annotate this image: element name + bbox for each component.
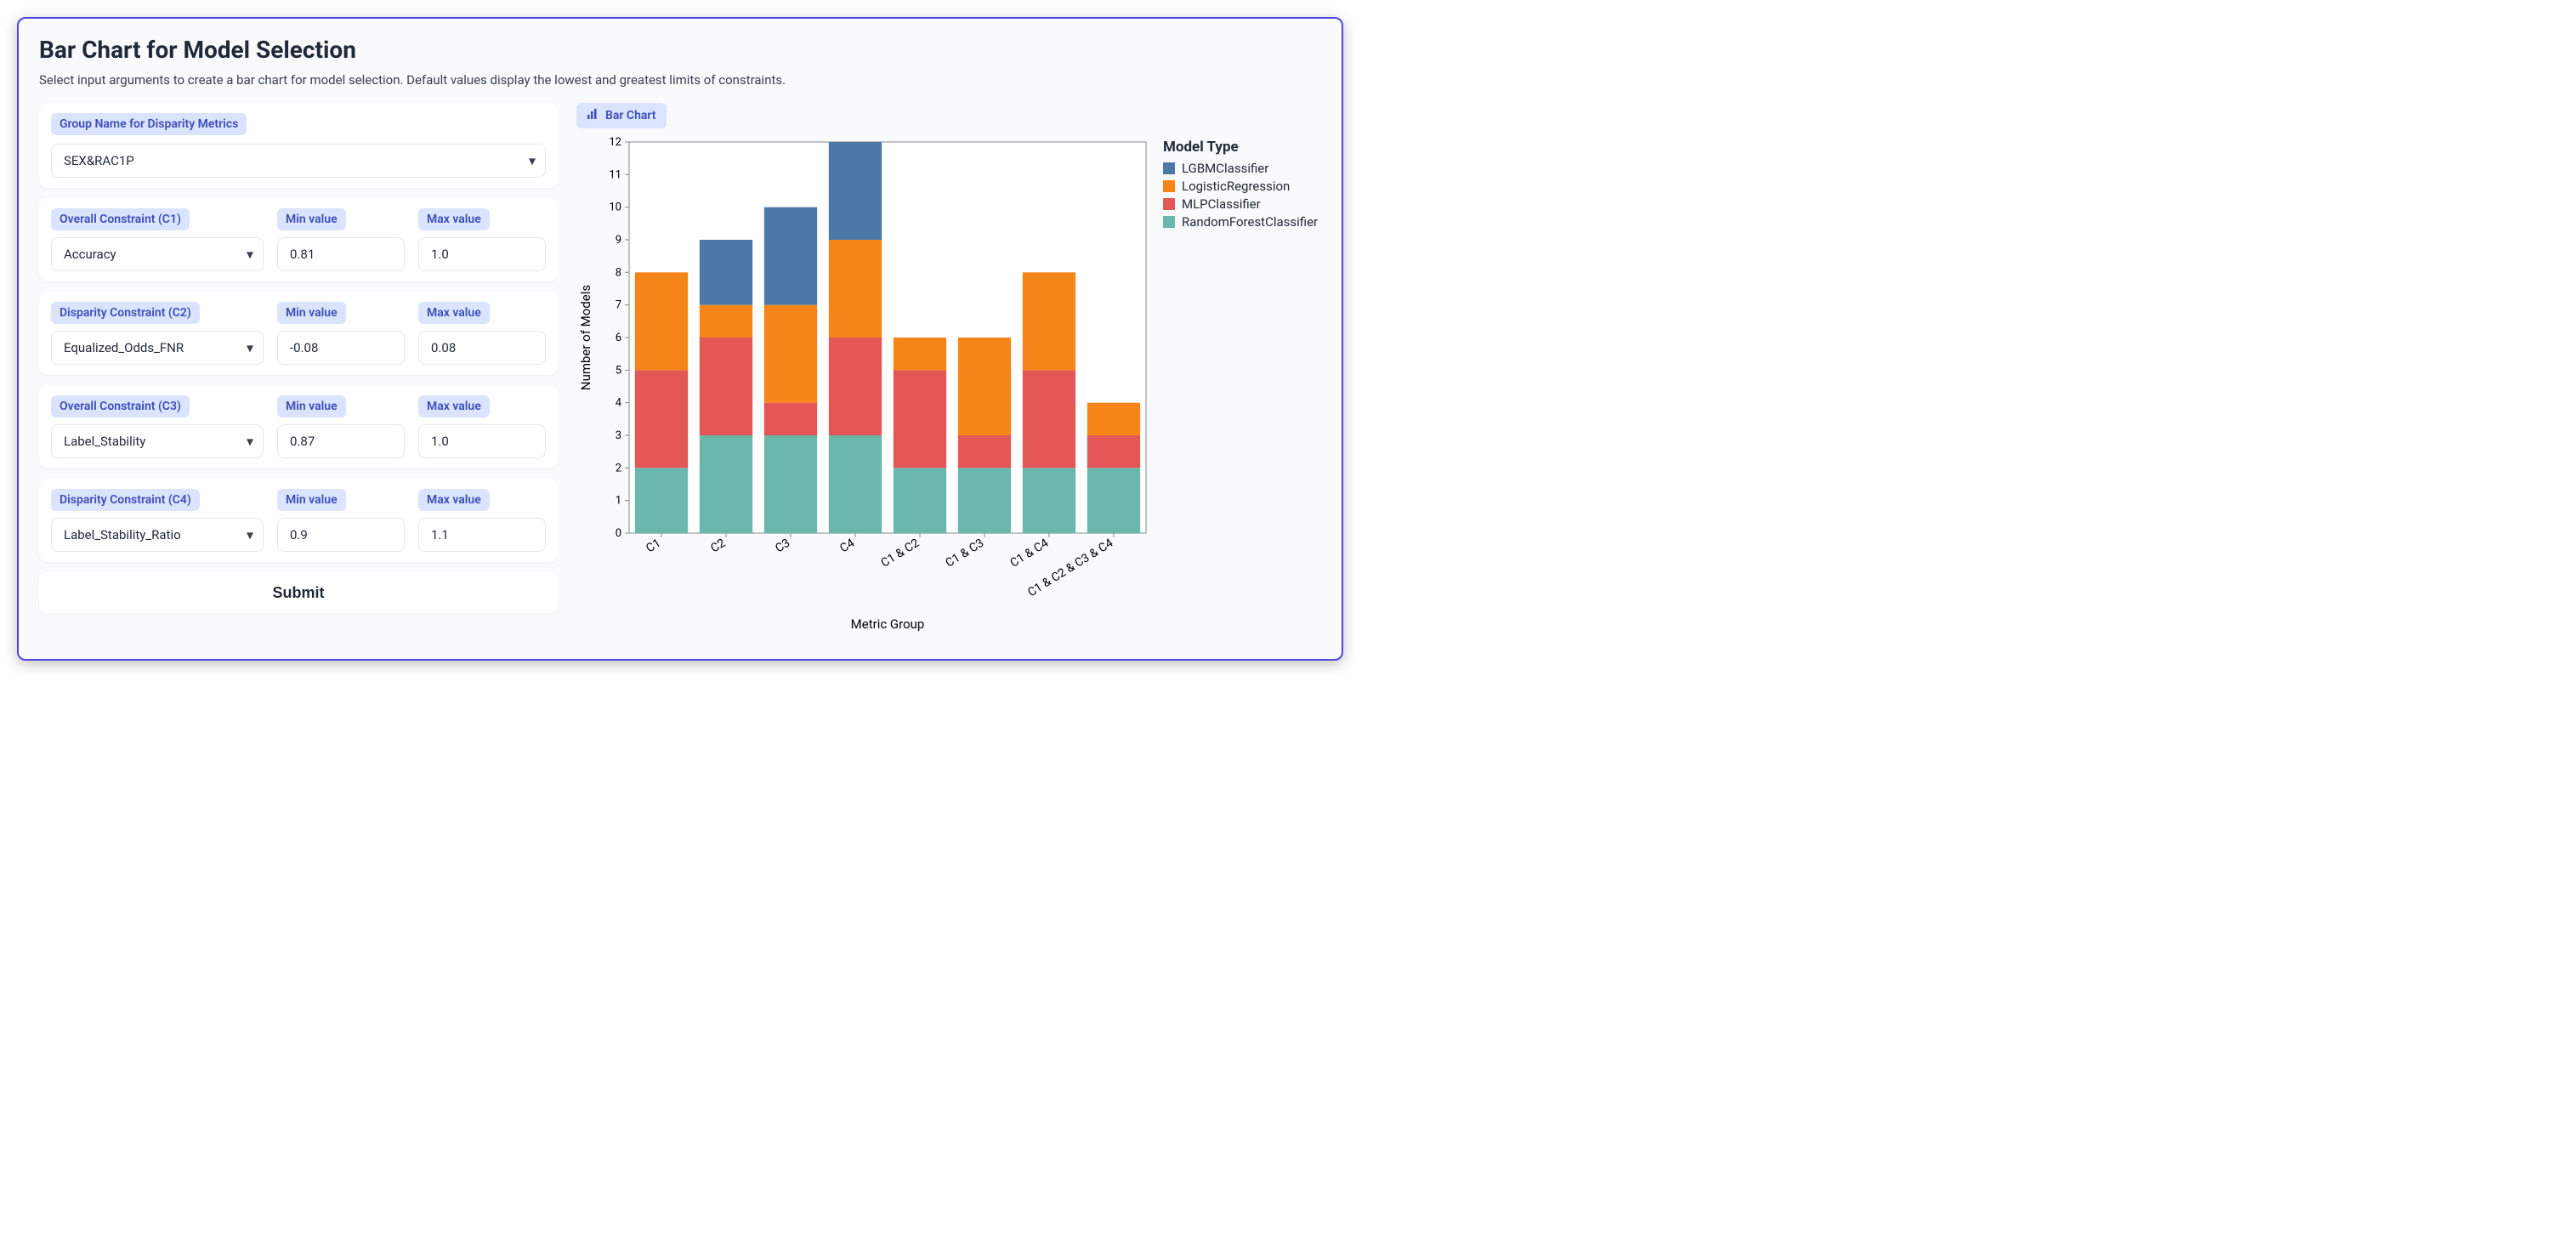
svg-text:1: 1 xyxy=(616,495,621,508)
legend-swatch xyxy=(1163,216,1175,228)
page-title: Bar Chart for Model Selection xyxy=(39,36,1321,64)
page-subtitle: Select input arguments to create a bar c… xyxy=(39,72,1321,88)
svg-text:3: 3 xyxy=(616,429,621,442)
controls-column: Group Name for Disparity Metrics SEX&RAC… xyxy=(39,103,558,614)
svg-text:Metric Group: Metric Group xyxy=(851,616,925,632)
svg-text:C1 & C2: C1 & C2 xyxy=(879,537,922,571)
svg-text:2: 2 xyxy=(616,462,621,474)
constraint-metric-select[interactable]: Label_Stability_Ratio xyxy=(51,518,264,552)
constraint-card: Disparity Constraint (C4) Label_Stabilit… xyxy=(39,479,558,562)
bar-chart: 0123456789101112C1C2C3C4C1 & C2C1 & C3C1… xyxy=(576,133,1155,635)
svg-text:11: 11 xyxy=(609,168,621,181)
legend-item: RandomForestClassifier xyxy=(1163,214,1333,230)
legend-label: MLPClassifier xyxy=(1182,196,1261,212)
group-card: Group Name for Disparity Metrics SEX&RAC… xyxy=(39,103,558,188)
max-value-input[interactable]: 1.1 xyxy=(418,518,546,552)
svg-text:5: 5 xyxy=(616,364,621,377)
constraint-label: Disparity Constraint (C2) xyxy=(51,302,200,324)
chart-wrap: 0123456789101112C1C2C3C4C1 & C2C1 & C3C1… xyxy=(576,133,1321,639)
app-container: Bar Chart for Model Selection Select inp… xyxy=(17,17,1343,661)
max-label: Max value xyxy=(418,208,490,230)
constraint-card: Overall Constraint (C1) Accuracy ▾ Min v… xyxy=(39,198,558,281)
group-select[interactable]: SEX&RAC1P xyxy=(51,144,546,178)
chart-column: Bar Chart 0123456789101112C1C2C3C4C1 & C… xyxy=(576,103,1321,639)
min-value-input[interactable]: 0.9 xyxy=(277,518,405,552)
group-label: Group Name for Disparity Metrics xyxy=(51,113,247,135)
min-label: Min value xyxy=(277,395,346,417)
svg-text:6: 6 xyxy=(616,332,621,344)
min-label: Min value xyxy=(277,208,346,230)
max-label: Max value xyxy=(418,489,490,511)
legend-title: Model Type xyxy=(1163,139,1333,156)
group-select-wrap: SEX&RAC1P ▾ xyxy=(51,144,546,178)
legend-swatch xyxy=(1163,162,1175,174)
main-layout: Group Name for Disparity Metrics SEX&RAC… xyxy=(39,103,1321,639)
submit-button[interactable]: Submit xyxy=(39,572,558,614)
svg-text:C3: C3 xyxy=(773,537,792,556)
svg-text:10: 10 xyxy=(609,202,621,214)
constraint-card: Overall Constraint (C3) Label_Stability … xyxy=(39,385,558,468)
min-label: Min value xyxy=(277,489,346,511)
constraint-label: Disparity Constraint (C4) xyxy=(51,489,200,511)
svg-text:4: 4 xyxy=(616,397,622,410)
svg-text:12: 12 xyxy=(609,136,621,149)
svg-text:C2: C2 xyxy=(708,537,728,556)
max-label: Max value xyxy=(418,302,490,324)
constraint-metric-select[interactable]: Label_Stability xyxy=(51,424,264,458)
bar-chart-icon xyxy=(587,108,599,123)
constraint-card: Disparity Constraint (C2) Equalized_Odds… xyxy=(39,292,558,375)
constraint-metric-select[interactable]: Accuracy xyxy=(51,237,264,271)
svg-text:0: 0 xyxy=(616,527,621,540)
constraint-label: Overall Constraint (C1) xyxy=(51,208,190,230)
legend: Model Type LGBMClassifier LogisticRegress… xyxy=(1163,133,1333,232)
legend-item: MLPClassifier xyxy=(1163,196,1333,212)
constraint-metric-select[interactable]: Equalized_Odds_FNR xyxy=(51,331,264,365)
svg-text:C1 & C3: C1 & C3 xyxy=(944,537,987,571)
constraint-label: Overall Constraint (C3) xyxy=(51,395,190,417)
legend-item: LGBMClassifier xyxy=(1163,161,1333,176)
chart-svg-holder: 0123456789101112C1C2C3C4C1 & C2C1 & C3C1… xyxy=(576,133,1155,639)
chart-tab-label: Bar Chart xyxy=(605,109,656,122)
svg-text:Number of Models: Number of Models xyxy=(578,285,593,390)
svg-text:C1: C1 xyxy=(644,537,663,556)
svg-text:C1 & C4: C1 & C4 xyxy=(1008,537,1052,571)
svg-text:8: 8 xyxy=(616,266,621,279)
min-value-input[interactable]: -0.08 xyxy=(277,331,405,365)
svg-text:C4: C4 xyxy=(837,537,857,556)
chart-tab[interactable]: Bar Chart xyxy=(576,103,667,128)
svg-text:7: 7 xyxy=(616,299,621,312)
max-value-input[interactable]: 1.0 xyxy=(418,424,546,458)
legend-label: RandomForestClassifier xyxy=(1182,214,1318,230)
max-value-input[interactable]: 0.08 xyxy=(418,331,546,365)
legend-label: LogisticRegression xyxy=(1182,179,1290,194)
min-value-input[interactable]: 0.87 xyxy=(277,424,405,458)
legend-swatch xyxy=(1163,180,1175,192)
max-label: Max value xyxy=(418,395,490,417)
max-value-input[interactable]: 1.0 xyxy=(418,237,546,271)
min-value-input[interactable]: 0.81 xyxy=(277,237,405,271)
legend-swatch xyxy=(1163,198,1175,210)
svg-text:9: 9 xyxy=(616,234,621,247)
min-label: Min value xyxy=(277,302,346,324)
legend-label: LGBMClassifier xyxy=(1182,161,1268,176)
legend-item: LogisticRegression xyxy=(1163,179,1333,194)
